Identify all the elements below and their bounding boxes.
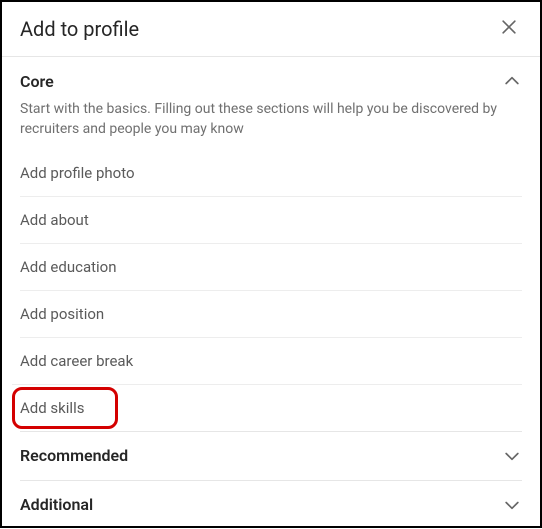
add-about-link[interactable]: Add about (20, 211, 522, 229)
recommended-section-title: Recommended (20, 446, 128, 465)
list-item: Add career break (20, 337, 522, 384)
add-career-break-link[interactable]: Add career break (20, 352, 522, 370)
additional-section-title: Additional (20, 495, 93, 514)
add-education-link[interactable]: Add education (20, 258, 522, 276)
core-section: Core Start with the basics. Filling out … (2, 57, 540, 431)
list-item: Add profile photo (20, 150, 522, 196)
recommended-section: Recommended (2, 431, 540, 480)
list-item: Add education (20, 243, 522, 290)
chevron-down-icon (502, 495, 522, 515)
core-section-toggle[interactable]: Core (20, 57, 522, 99)
add-profile-photo-link[interactable]: Add profile photo (20, 164, 522, 182)
core-item-list: Add profile photo Add about Add educatio… (20, 150, 522, 431)
modal-title: Add to profile (20, 17, 139, 41)
core-section-description: Start with the basics. Filling out these… (20, 99, 522, 150)
core-section-title: Core (20, 72, 54, 91)
add-skills-link[interactable]: Add skills (20, 399, 522, 417)
close-icon (499, 17, 519, 41)
additional-section: Additional (2, 480, 540, 529)
add-to-profile-modal: Add to profile Core Start with the basic… (2, 2, 540, 526)
list-item: Add position (20, 290, 522, 337)
modal-header: Add to profile (2, 2, 540, 57)
additional-section-toggle[interactable]: Additional (20, 480, 522, 529)
chevron-up-icon (502, 71, 522, 91)
chevron-down-icon (502, 446, 522, 466)
list-item: Add about (20, 196, 522, 243)
list-item-highlighted: Add skills (12, 384, 522, 431)
close-button[interactable] (496, 16, 522, 42)
add-position-link[interactable]: Add position (20, 305, 522, 323)
recommended-section-toggle[interactable]: Recommended (20, 431, 522, 480)
